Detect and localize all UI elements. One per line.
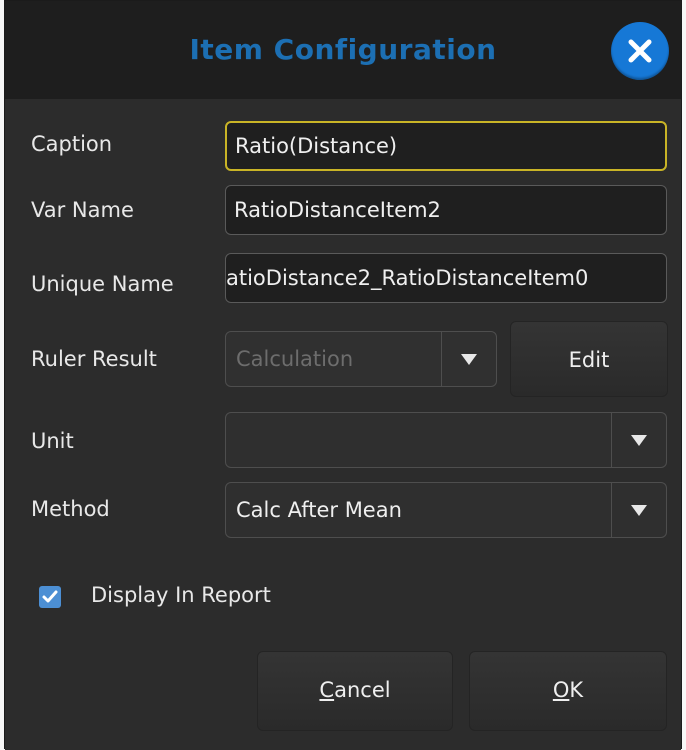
ruler-result-dropdown-arrow[interactable] [441,332,496,386]
dialog-title: Item Configuration [189,33,497,66]
item-configuration-dialog: Item Configuration Caption Ratio(Distanc… [4,0,682,750]
caption-label: Caption [31,132,113,156]
close-button[interactable] [611,22,669,80]
ruler-result-select[interactable]: Calculation [225,331,497,387]
var-name-label: Var Name [31,198,134,222]
ruler-result-label: Ruler Result [31,347,157,371]
chevron-down-icon [631,505,647,516]
var-name-input[interactable]: RatioDistanceItem2 [225,185,667,235]
cancel-label: ancel [334,678,391,702]
dialog-body: Caption Ratio(Distance) Var Name RatioDi… [5,99,681,750]
display-in-report-label: Display In Report [91,583,271,607]
cancel-mnemonic: C [319,678,335,702]
unit-select[interactable] [225,412,667,468]
unit-dropdown-arrow[interactable] [611,413,666,467]
unique-name-label: Unique Name [31,272,174,296]
unit-label: Unit [31,429,74,453]
method-value: Calc After Mean [236,498,402,522]
chevron-down-icon [461,354,477,365]
edit-button[interactable]: Edit [510,321,668,397]
ok-label: K [569,678,584,702]
ok-mnemonic: O [552,678,570,702]
unique-name-value: atioDistance2_RatioDistanceItem0 [226,266,589,290]
method-dropdown-arrow[interactable] [611,483,666,537]
method-label: Method [31,497,110,521]
close-icon [628,39,652,63]
title-bar[interactable]: Item Configuration [5,1,681,99]
ok-button[interactable]: OK [469,651,667,731]
method-select[interactable]: Calc After Mean [225,482,667,538]
display-in-report-checkbox[interactable] [39,586,61,608]
caption-input[interactable]: Ratio(Distance) [225,121,667,171]
unique-name-input[interactable]: atioDistance2_RatioDistanceItem0 [225,253,667,303]
chevron-down-icon [631,435,647,446]
cancel-button[interactable]: Cancel [257,651,453,731]
checkmark-icon [42,590,58,603]
ruler-result-value: Calculation [236,347,354,371]
